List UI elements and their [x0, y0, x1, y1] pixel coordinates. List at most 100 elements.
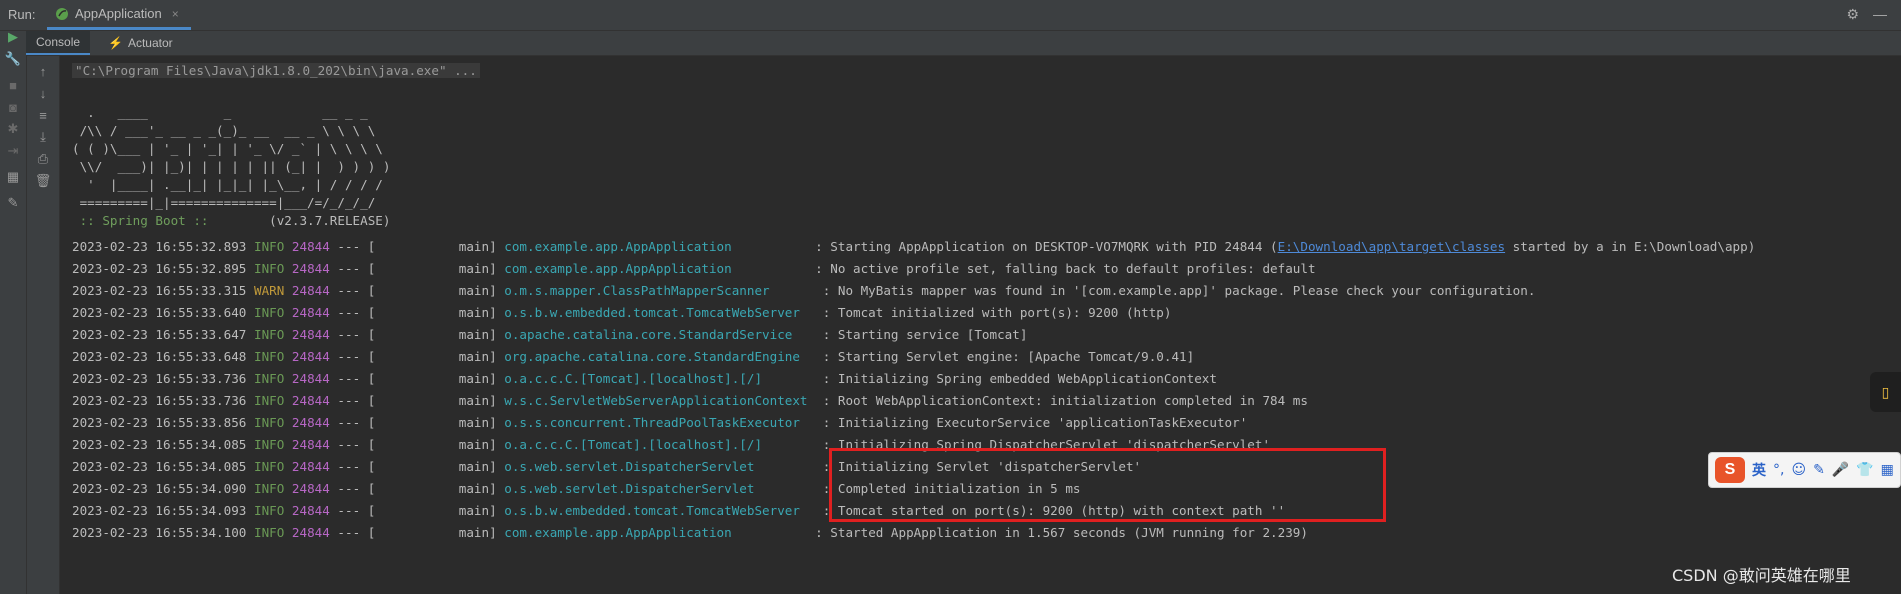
exit-icon[interactable]: ⇥	[4, 142, 22, 160]
log-line: 2023-02-23 16:55:33.856 INFO 24844 --- […	[72, 414, 1247, 432]
emoji-icon[interactable]: ☺	[1791, 462, 1806, 478]
minimize-icon[interactable]: —	[1873, 6, 1887, 23]
ime-toolbar[interactable]: S 英 °, ☺ ✎ 🎤 👕 ▦	[1708, 452, 1901, 488]
log-class: com.example.app.AppApplication	[504, 239, 808, 254]
grid-icon[interactable]: ▦	[1881, 462, 1894, 478]
log-level: INFO	[253, 415, 285, 430]
log-line: 2023-02-23 16:55:32.893 INFO 24844 --- […	[72, 238, 1755, 256]
log-pid: 24844	[291, 459, 330, 474]
stop-icon[interactable]: ■	[4, 76, 22, 94]
side-widget-button[interactable]: ▯	[1870, 372, 1901, 412]
log-timestamp: 2023-02-23 16:55:33.736	[72, 371, 247, 386]
run-label: Run:	[8, 7, 36, 22]
log-class: o.a.c.c.C.[Tomcat].[localhost].[/]	[504, 437, 816, 452]
log-level: INFO	[253, 459, 285, 474]
console-scrollbar[interactable]	[1879, 56, 1887, 594]
log-line: 2023-02-23 16:55:34.100 INFO 24844 --- […	[72, 524, 1308, 542]
log-timestamp: 2023-02-23 16:55:34.085	[72, 437, 247, 452]
log-message: : Initializing ExecutorService 'applicat…	[815, 415, 1248, 430]
log-level: INFO	[253, 437, 285, 452]
cup-icon: ▯	[1881, 383, 1890, 400]
actuator-icon: ⚡	[108, 36, 123, 50]
log-class: o.s.web.servlet.DispatcherServlet	[504, 481, 816, 496]
log-level: INFO	[253, 349, 285, 364]
log-line: 2023-02-23 16:55:33.736 INFO 24844 --- […	[72, 392, 1308, 410]
java-command-line: "C:\Program Files\Java\jdk1.8.0_202\bin\…	[72, 62, 480, 80]
soft-wrap-icon[interactable]: ≡	[34, 106, 52, 124]
spring-app-icon	[56, 7, 68, 20]
run-tab-appapplication[interactable]: AppApplication ×	[47, 0, 191, 30]
log-class: com.example.app.AppApplication	[504, 525, 808, 540]
log-pid: 24844	[291, 261, 330, 276]
log-thread: --- [ main]	[329, 415, 505, 430]
log-line: 2023-02-23 16:55:33.640 INFO 24844 --- […	[72, 304, 1171, 322]
log-pid: 24844	[291, 415, 330, 430]
log-class: o.s.s.concurrent.ThreadPoolTaskExecutor	[504, 415, 816, 430]
tab-console[interactable]: Console	[26, 31, 91, 55]
gear-icon[interactable]: ⚙	[1846, 6, 1859, 23]
log-timestamp: 2023-02-23 16:55:34.085	[72, 459, 247, 474]
scroll-to-end-icon[interactable]: ⤓	[34, 128, 52, 146]
banner-line: /\\ / ___'_ __ _ _(_)_ __ __ _ \ \ \ \	[72, 123, 376, 138]
layout-icon[interactable]: ▦	[4, 168, 22, 186]
print-icon[interactable]: ⎙	[34, 150, 52, 168]
log-thread: --- [ main]	[329, 327, 505, 342]
log-thread: --- [ main]	[329, 349, 505, 364]
log-class: w.s.c.ServletWebServerApplicationContext	[504, 393, 816, 408]
run-actions-toolbar: ▶ 🔧 ■ ◙ ✱ ⇥ ▦ ✎	[0, 28, 27, 594]
punctuation-icon[interactable]: °,	[1773, 462, 1784, 478]
wrench-icon[interactable]: 🔧	[4, 50, 22, 68]
log-class: o.apache.catalina.core.StandardService	[504, 327, 816, 342]
log-class: org.apache.catalina.core.StandardEngine	[504, 349, 816, 364]
spring-boot-version: (v2.3.7.RELEASE)	[216, 213, 391, 228]
log-pid: 24844	[291, 239, 330, 254]
log-level: INFO	[253, 393, 285, 408]
banner-line: ' |____| .__|_| |_|_| |_\__, | / / / /	[72, 177, 383, 192]
log-class: o.a.c.c.C.[Tomcat].[localhost].[/]	[504, 371, 816, 386]
close-icon[interactable]: ×	[172, 7, 179, 21]
arrow-up-icon[interactable]: ↑	[34, 62, 52, 80]
log-pid: 24844	[291, 503, 330, 518]
log-level: INFO	[253, 525, 285, 540]
shirt-icon[interactable]: 👕	[1856, 462, 1873, 478]
console-tabs: Console ⚡ Actuator	[26, 31, 1901, 56]
spring-boot-label: :: Spring Boot ::	[72, 213, 217, 228]
log-message: : Started AppApplication in 1.567 second…	[807, 525, 1308, 540]
log-pid: 24844	[291, 371, 330, 386]
log-timestamp: 2023-02-23 16:55:33.648	[72, 349, 247, 364]
log-level: INFO	[253, 305, 285, 320]
log-timestamp: 2023-02-23 16:55:34.100	[72, 525, 247, 540]
arrow-down-icon[interactable]: ↓	[34, 84, 52, 102]
log-line: 2023-02-23 16:55:33.648 INFO 24844 --- […	[72, 348, 1194, 366]
watermark: CSDN @敢问英雄在哪里	[1672, 566, 1851, 585]
log-thread: --- [ main]	[329, 481, 505, 496]
log-message: : No MyBatis mapper was found in '[com.e…	[815, 283, 1536, 298]
microphone-icon[interactable]: 🎤	[1832, 462, 1849, 478]
log-pid: 24844	[291, 393, 330, 408]
pen-icon[interactable]: ✎	[1813, 462, 1825, 478]
log-thread: --- [ main]	[329, 393, 505, 408]
spring-boot-version-line: :: Spring Boot :: (v2.3.7.RELEASE)	[72, 212, 391, 230]
log-link[interactable]: E:\Download\app\target\classes	[1278, 239, 1505, 254]
log-level: INFO	[253, 371, 285, 386]
java-command: "C:\Program Files\Java\jdk1.8.0_202\bin\…	[72, 63, 480, 78]
rerun-icon[interactable]: ▶	[4, 28, 22, 46]
tab-actuator-label: Actuator	[127, 36, 173, 50]
log-message: : Starting service [Tomcat]	[815, 327, 1028, 342]
log-pid: 24844	[291, 437, 330, 452]
banner-line: \\/ ___)| |_)| | | | | || (_| | ) ) ) )	[72, 159, 391, 174]
log-line: 2023-02-23 16:55:33.736 INFO 24844 --- […	[72, 370, 1217, 388]
log-message-tail: started by a in E:\Download\app)	[1505, 239, 1756, 254]
pin-icon[interactable]: ✎	[4, 194, 22, 212]
tab-console-label: Console	[36, 35, 81, 49]
log-pid: 24844	[291, 349, 330, 364]
camera-icon[interactable]: ◙	[4, 98, 22, 116]
ime-language-toggle[interactable]: 英	[1752, 460, 1766, 480]
tab-actuator[interactable]: ⚡ Actuator	[98, 31, 183, 55]
debug-icon[interactable]: ✱	[4, 120, 22, 138]
log-class: o.s.b.w.embedded.tomcat.TomcatWebServer	[504, 305, 816, 320]
banner-line: ( ( )\___ | '_ | '_| | '_ \/ _` | \ \ \ …	[72, 141, 383, 156]
console-actions-toolbar: ↑ ↓ ≡ ⤓ ⎙ 🗑	[27, 56, 60, 594]
trash-icon[interactable]: 🗑	[34, 172, 52, 190]
log-timestamp: 2023-02-23 16:55:34.090	[72, 481, 247, 496]
